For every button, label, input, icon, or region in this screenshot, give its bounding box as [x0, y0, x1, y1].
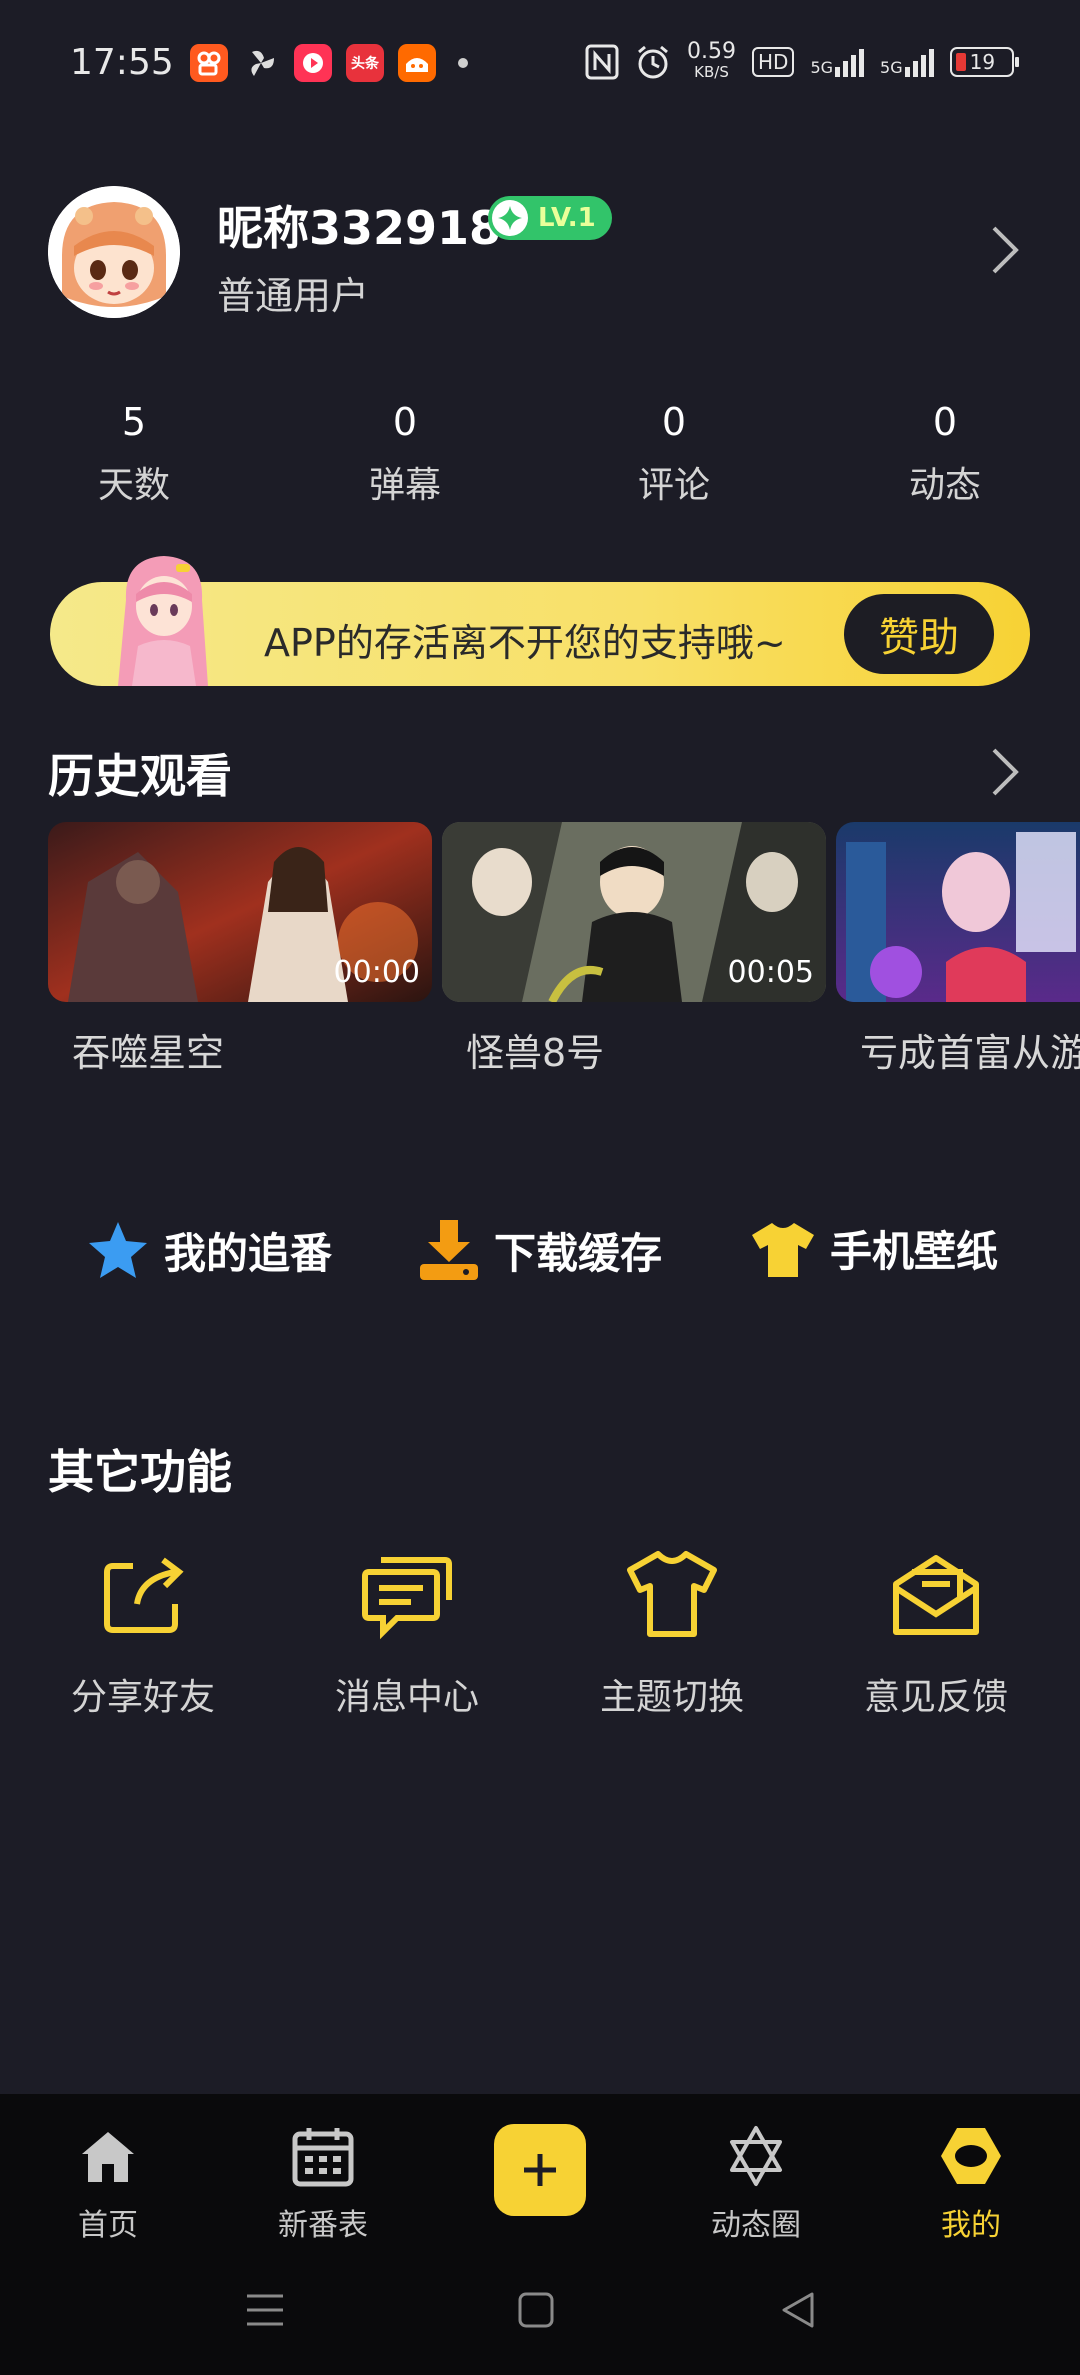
sim1-signal: 5G	[810, 47, 865, 77]
sim2-signal: 5G	[880, 47, 934, 77]
battery-icon: 19	[949, 47, 1019, 77]
history-card[interactable]: 00:00 吞噬星空	[48, 822, 432, 1077]
hexagram-icon	[730, 2126, 782, 2186]
history-thumbnail[interactable]	[836, 822, 1080, 1002]
square-home-icon	[518, 2292, 554, 2328]
history-chevron-right-icon[interactable]	[988, 746, 1022, 802]
func-share-friends[interactable]: 分享好友	[33, 1544, 253, 1720]
back-triangle-icon	[782, 2292, 814, 2328]
signal-bars-icon	[904, 47, 934, 77]
theme-shirt-icon	[627, 1551, 717, 1637]
level-star-icon	[492, 200, 528, 236]
quick-action-wallpaper[interactable]: 手机壁纸	[750, 1218, 998, 1279]
quick-action-follow[interactable]: 我的追番	[86, 1218, 332, 1282]
system-menu-button[interactable]	[244, 2290, 286, 2334]
history-duration: 00:05	[727, 955, 814, 990]
pinwheel-icon	[242, 44, 280, 82]
hd-indicator: HD	[751, 47, 795, 77]
quick-action-download[interactable]: 下载缓存	[418, 1218, 662, 1282]
history-card[interactable]: 亏成首富从游	[836, 822, 1080, 1077]
system-back-button[interactable]	[778, 2290, 818, 2334]
profile-hexagon-icon	[941, 2128, 1001, 2184]
status-bar: 17:55 头条 0.59 KB/S HD 5G 5G 19	[0, 0, 1080, 130]
banner-girl-illustration	[118, 556, 208, 686]
add-post-button[interactable]	[494, 2124, 586, 2216]
signal-bars-icon	[835, 47, 865, 77]
history-card[interactable]: 00:05 怪兽8号	[442, 822, 826, 1077]
star-icon	[89, 1222, 147, 1278]
func-theme-switch[interactable]: 主题切换	[562, 1544, 782, 1720]
stat-posts[interactable]: 0 动态	[855, 400, 1035, 508]
download-icon	[420, 1220, 478, 1280]
notification-icons: 头条	[190, 44, 468, 82]
thumbnail-image	[836, 822, 1080, 1002]
history-thumbnail[interactable]: 00:05	[442, 822, 826, 1002]
level-text: LV.1	[538, 203, 596, 233]
nfc-icon	[585, 44, 619, 80]
history-card-title: 吞噬星空	[72, 1031, 225, 1075]
stat-danmaku[interactable]: 0 弹幕	[315, 400, 495, 508]
nav-community[interactable]: 动态圈	[676, 2124, 836, 2244]
plus-icon	[524, 2154, 556, 2186]
profile-chevron-right-icon[interactable]	[988, 224, 1022, 280]
banner-text: APP的存活离不开您的支持哦~	[264, 621, 786, 665]
nav-home[interactable]: 首页	[28, 2124, 188, 2244]
stat-days[interactable]: 5 天数	[44, 400, 224, 508]
history-card-title: 亏成首富从游	[860, 1031, 1080, 1075]
alarm-icon	[638, 45, 668, 79]
kuaishou-icon	[190, 44, 228, 82]
stat-comments[interactable]: 0 评论	[584, 400, 764, 508]
func-message-center[interactable]: 消息中心	[297, 1544, 517, 1720]
status-clock: 17:55	[70, 42, 174, 83]
net-speed: 0.59 KB/S	[687, 39, 736, 82]
level-badge: LV.1	[488, 196, 612, 240]
more-notifications-dot	[458, 58, 468, 68]
taobao-icon	[398, 44, 436, 82]
feedback-mail-icon	[893, 1555, 979, 1635]
other-functions-title: 其它功能	[48, 1445, 232, 1499]
menu-lines-icon	[247, 2294, 283, 2326]
message-icon	[362, 1557, 452, 1640]
video-app-icon	[294, 44, 332, 82]
history-thumbnail[interactable]: 00:00	[48, 822, 432, 1002]
home-icon	[82, 2132, 134, 2182]
system-home-button[interactable]	[516, 2290, 556, 2334]
share-icon	[104, 1557, 184, 1633]
avatar[interactable]	[48, 186, 180, 318]
history-duration: 00:00	[333, 955, 420, 990]
nav-schedule[interactable]: 新番表	[243, 2124, 403, 2244]
support-banner[interactable]: APP的存活离不开您的支持哦~ 赞助	[50, 556, 1030, 686]
calendar-icon	[292, 2128, 354, 2187]
avatar-illustration	[48, 186, 180, 318]
func-feedback[interactable]: 意见反馈	[826, 1544, 1046, 1720]
tshirt-icon	[752, 1222, 814, 1277]
nav-mine[interactable]: 我的	[891, 2124, 1051, 2244]
toutiao-icon: 头条	[346, 44, 384, 82]
history-card-title: 怪兽8号	[466, 1031, 605, 1075]
system-icons: 0.59 KB/S HD 5G 5G 19	[585, 39, 1019, 82]
history-title: 历史观看	[48, 749, 232, 803]
bottom-nav: 首页 新番表 动态圈 我的	[0, 2094, 1080, 2375]
user-type: 普通用户	[217, 274, 370, 318]
sponsor-button[interactable]: 赞助	[844, 594, 994, 674]
nickname: 昵称332918	[217, 201, 502, 255]
